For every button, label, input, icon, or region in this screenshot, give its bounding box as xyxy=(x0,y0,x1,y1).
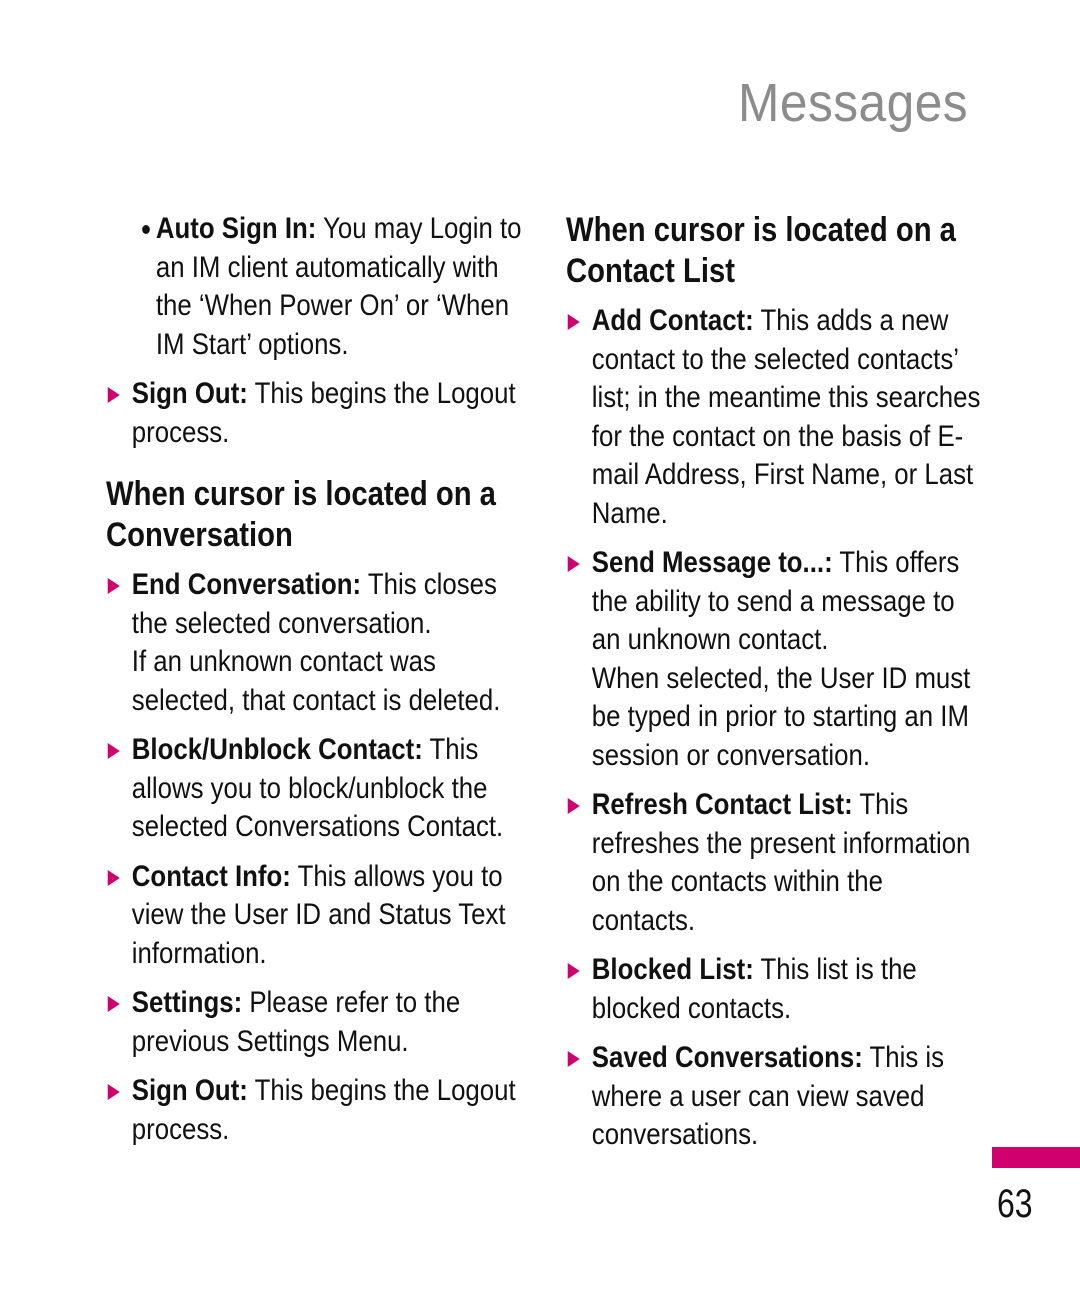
arrow-right-icon xyxy=(107,869,120,886)
list-item-sign-out: Sign Out: This begins the Logout process… xyxy=(106,375,527,452)
list-item-sign-out-2: Sign Out: This begins the Logout process… xyxy=(106,1072,527,1149)
section-heading-conversation: When cursor is located on a Conversation xyxy=(106,475,496,554)
left-column: Auto Sign In: You may Login to an IM cli… xyxy=(106,210,526,1160)
arrow-right-icon xyxy=(107,578,120,594)
list-item-refresh-contact-list: Refresh Contact List: This refreshes the… xyxy=(566,786,987,940)
item-extra: When selected, the User ID must be typed… xyxy=(591,661,971,772)
bullet-dot-icon xyxy=(142,225,150,234)
arrow-right-icon xyxy=(567,314,580,330)
arrow-right-icon xyxy=(567,1051,580,1067)
item-term: Blocked List: xyxy=(591,953,754,986)
arrow-right-icon xyxy=(107,743,120,759)
page-title: Messages xyxy=(737,73,968,133)
item-term: Add Contact: xyxy=(591,304,754,337)
item-term: Block/Unblock Contact: xyxy=(131,733,423,766)
arrow-right-icon xyxy=(107,387,120,403)
item-extra: If an unknown contact was selected, that… xyxy=(131,645,501,717)
item-term: Refresh Contact List: xyxy=(591,788,853,821)
arrow-right-icon xyxy=(107,1084,120,1100)
arrow-right-icon xyxy=(107,996,120,1012)
list-item-block-unblock: Block/Unblock Contact: This allows you t… xyxy=(106,731,527,847)
list-item-contact-info: Contact Info: This allows you to view th… xyxy=(106,858,527,974)
item-term: Saved Conversations: xyxy=(591,1041,863,1074)
item-text: This adds a new contact to the selected … xyxy=(591,304,981,530)
section-heading-contact-list: When cursor is located on a Contact List xyxy=(566,211,956,290)
list-item-settings: Settings: Please refer to the previous S… xyxy=(106,984,527,1061)
arrow-right-icon xyxy=(567,798,580,814)
list-item-end-conversation: End Conversation: This closes the select… xyxy=(106,566,527,720)
list-item-auto-sign-in: Auto Sign In: You may Login to an IM cli… xyxy=(106,210,527,364)
page-number: 63 xyxy=(997,1182,1033,1226)
item-term: End Conversation: xyxy=(131,568,362,601)
page-accent-bar xyxy=(992,1147,1080,1168)
item-term: Sign Out: xyxy=(131,1074,248,1107)
list-item-blocked-list: Blocked List: This list is the blocked c… xyxy=(566,951,987,1028)
list-item-add-contact: Add Contact: This adds a new contact to … xyxy=(566,302,987,533)
item-term: Sign Out: xyxy=(131,377,248,410)
item-term: Contact Info: xyxy=(131,859,291,893)
item-term: Settings: xyxy=(131,986,243,1019)
arrow-right-icon xyxy=(567,963,580,979)
arrow-right-icon xyxy=(567,556,580,572)
right-column: When cursor is located on a Contact List… xyxy=(566,210,986,1166)
item-term: Auto Sign In: xyxy=(155,212,317,245)
item-term: Send Message to...: xyxy=(591,546,833,579)
list-item-send-message: Send Message to...: This offers the abil… xyxy=(566,544,987,775)
list-item-saved-conversations: Saved Conversations: This is where a use… xyxy=(566,1039,987,1155)
